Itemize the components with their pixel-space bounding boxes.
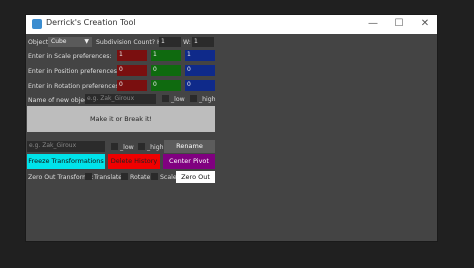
rename-high-label: _high — [147, 144, 164, 151]
name-low-label: _low — [171, 96, 185, 103]
scale-label: Enter in Scale preferences: — [28, 53, 112, 60]
zero-scale-checkbox[interactable] — [151, 173, 158, 180]
subdivision-h-field[interactable]: 1 — [159, 37, 181, 47]
rotation-z-field[interactable]: 0 — [185, 80, 215, 91]
rename-high-checkbox[interactable] — [138, 143, 145, 150]
zero-translate-label: Translate — [94, 174, 123, 181]
minimize-button[interactable]: — — [366, 17, 380, 31]
maximize-button[interactable]: ☐ — [392, 17, 406, 31]
delete-history-button[interactable]: Delete History — [108, 154, 160, 169]
object-label: Object — [28, 39, 49, 46]
rotation-label: Enter in Rotation preferences: — [28, 83, 121, 90]
name-low-checkbox[interactable] — [162, 95, 169, 102]
make-button[interactable]: Make it or Break it! — [27, 106, 215, 132]
name-high-label: _high — [199, 96, 216, 103]
object-value: Cube — [51, 38, 67, 45]
center-pivot-button[interactable]: Center Pivot — [163, 154, 215, 169]
object-dropdown[interactable]: Cube ▼ — [48, 37, 92, 47]
title-bar: Derrick's Creation Tool — ☐ ✕ — [26, 15, 437, 34]
subdivision-label: Subdivision Count? H: — [96, 39, 164, 46]
rename-button[interactable]: Rename — [164, 140, 215, 153]
zero-out-label: Zero Out Transforms: — [28, 174, 94, 181]
name-input[interactable]: e.g. Zak_Giroux — [85, 94, 156, 104]
rename-low-label: _low — [120, 144, 134, 151]
zero-scale-label: Scale — [160, 174, 177, 181]
rename-input[interactable]: e.g. Zak_Giroux — [27, 141, 105, 152]
position-z-field[interactable]: 0 — [185, 65, 215, 76]
app-icon — [32, 19, 42, 29]
name-label: Name of new object: — [28, 97, 93, 104]
close-button[interactable]: ✕ — [418, 17, 432, 31]
scale-y-field[interactable]: 1 — [151, 50, 181, 61]
position-y-field[interactable]: 0 — [151, 65, 181, 76]
subdivision-w-label: W: — [183, 39, 191, 46]
freeze-transformations-button[interactable]: Freeze Transformations — [27, 154, 105, 169]
subdivision-w-field[interactable]: 1 — [192, 37, 214, 47]
rotation-x-field[interactable]: 0 — [117, 80, 147, 91]
zero-rotate-label: Rotate — [130, 174, 151, 181]
zero-rotate-checkbox[interactable] — [121, 173, 128, 180]
position-x-field[interactable]: 0 — [117, 65, 147, 76]
tool-window: Derrick's Creation Tool — ☐ ✕ Object Cub… — [25, 14, 438, 242]
position-label: Enter in Position preferences: — [28, 68, 120, 75]
name-high-checkbox[interactable] — [190, 95, 197, 102]
rename-low-checkbox[interactable] — [111, 143, 118, 150]
scale-z-field[interactable]: 1 — [185, 50, 215, 61]
zero-out-button[interactable]: Zero Out — [176, 171, 215, 183]
scale-x-field[interactable]: 1 — [117, 50, 147, 61]
window-title: Derrick's Creation Tool — [46, 18, 136, 27]
chevron-down-icon: ▼ — [84, 38, 89, 45]
zero-translate-checkbox[interactable] — [85, 173, 92, 180]
rotation-y-field[interactable]: 0 — [151, 80, 181, 91]
